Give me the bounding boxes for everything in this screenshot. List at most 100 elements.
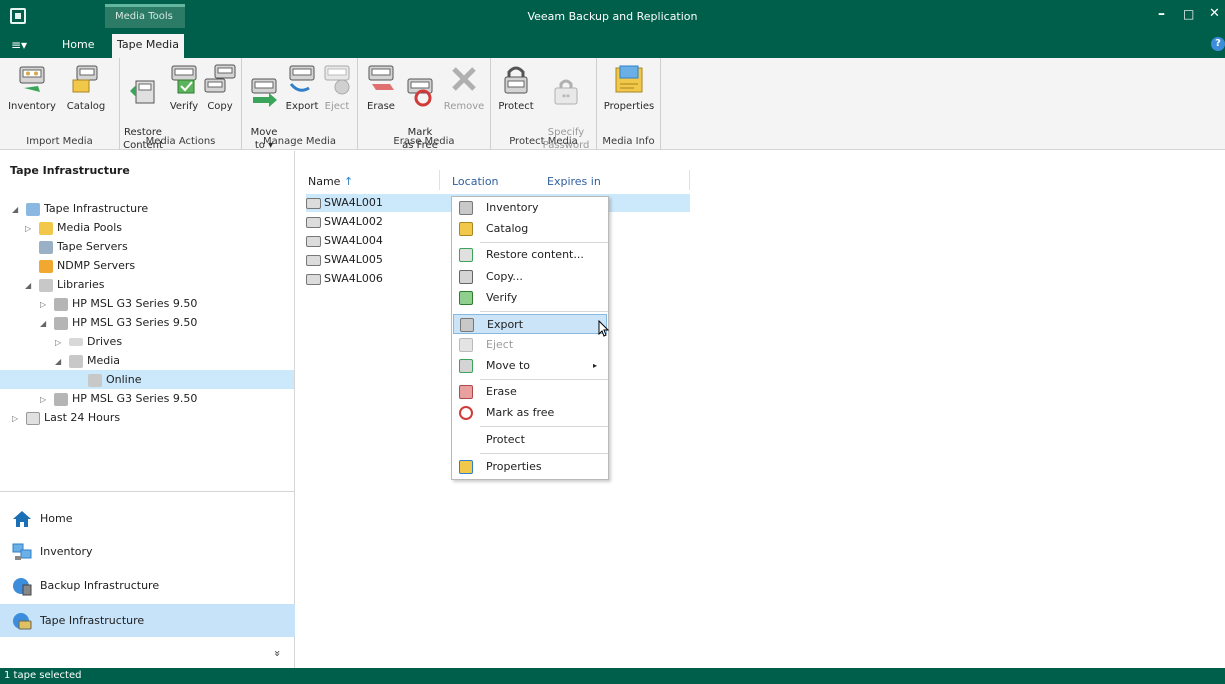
- ribbon-group-erase-media: Erase Mark as Free Remove Erase Media: [358, 58, 491, 151]
- status-bar: 1 tape selected: [0, 668, 1225, 684]
- nav-tape-infrastructure[interactable]: Tape Infrastructure: [0, 604, 295, 637]
- menu-item-eject[interactable]: Eject: [453, 335, 607, 355]
- expand-arrow-icon[interactable]: ▷: [25, 219, 35, 238]
- verify-button[interactable]: Verify: [166, 62, 202, 113]
- erase-label: Erase: [367, 101, 395, 112]
- protect-media-group-label: Protect Media: [509, 136, 578, 147]
- menu-item-label: Eject: [486, 338, 514, 351]
- menu-separator: [480, 453, 608, 454]
- copy-icon: [204, 64, 236, 93]
- menu-item-label: Export: [487, 318, 524, 331]
- minimize-button[interactable]: –: [1158, 6, 1165, 22]
- column-header-name[interactable]: Name ↑: [308, 175, 353, 188]
- eject-button[interactable]: Eject: [320, 62, 354, 113]
- more-nav-chevron-icon[interactable]: »: [271, 650, 284, 657]
- tab-home[interactable]: Home: [62, 38, 94, 51]
- erase-button[interactable]: Erase: [364, 62, 398, 113]
- catalog-button[interactable]: Catalog: [60, 62, 112, 113]
- menu-item-copy[interactable]: Copy...: [453, 267, 607, 287]
- menu-item-restore-content[interactable]: Restore content...: [453, 245, 607, 265]
- menu-item-inventory[interactable]: Inventory: [453, 198, 607, 218]
- tree-item-library-3[interactable]: ▷ HP MSL G3 Series 9.50: [40, 389, 197, 408]
- column-header-expires[interactable]: Expires in: [547, 175, 601, 188]
- media-actions-group-label: Media Actions: [145, 136, 216, 147]
- menu-item-label: Inventory: [486, 201, 539, 214]
- table-row[interactable]: SWA4L005: [306, 251, 446, 269]
- inventory-button[interactable]: Inventory: [7, 62, 57, 113]
- export-button[interactable]: Export: [284, 62, 320, 113]
- erase-icon: [368, 65, 394, 90]
- copy-button[interactable]: Copy: [202, 62, 238, 113]
- expand-arrow-icon[interactable]: ◢: [12, 200, 22, 219]
- context-menu: Inventory Catalog Restore content... Cop…: [451, 196, 609, 480]
- nav-label: Inventory: [40, 545, 93, 558]
- menu-item-export[interactable]: Export: [453, 314, 607, 334]
- nav-label: Tape Infrastructure: [40, 614, 145, 627]
- left-panel: Tape Infrastructure ◢ Tape Infrastructure…: [0, 151, 295, 668]
- erase-media-group-label: Erase Media: [393, 136, 455, 147]
- tree-item-media[interactable]: ◢ Media: [55, 351, 120, 370]
- tree-item-label: Media: [87, 354, 121, 367]
- remove-button[interactable]: Remove: [442, 62, 486, 113]
- menu-item-erase[interactable]: Erase: [453, 382, 607, 402]
- properties-label: Properties: [603, 101, 655, 112]
- tree-item-media-pools[interactable]: ▷ Media Pools: [25, 218, 122, 237]
- menu-item-protect[interactable]: Protect: [453, 430, 607, 450]
- media-icon: [69, 354, 83, 368]
- menu-separator: [480, 379, 608, 380]
- menu-item-properties[interactable]: Properties: [453, 457, 607, 477]
- tree-item-label: Media Pools: [57, 221, 123, 234]
- online-media-icon: [88, 373, 102, 387]
- maximize-button[interactable]: □: [1183, 7, 1194, 21]
- tree-item-online[interactable]: Online: [0, 370, 294, 389]
- expand-arrow-icon[interactable]: ◢: [25, 276, 35, 295]
- nav-home[interactable]: Home: [0, 502, 295, 535]
- home-icon: [13, 511, 31, 527]
- menu-item-label: Verify: [486, 291, 518, 304]
- help-icon[interactable]: ?: [1211, 37, 1225, 51]
- expand-arrow-icon[interactable]: ▷: [12, 409, 22, 428]
- tape-name: SWA4L005: [324, 253, 383, 266]
- menu-item-verify[interactable]: Verify: [453, 288, 607, 308]
- tree-item-last-24-hours[interactable]: ▷ Last 24 Hours: [12, 408, 120, 427]
- export-icon: [460, 318, 474, 332]
- tab-tape-media[interactable]: Tape Media: [112, 34, 184, 58]
- column-separator[interactable]: [439, 170, 440, 190]
- menu-separator: [480, 311, 608, 312]
- library-icon: [54, 297, 68, 311]
- close-button[interactable]: ✕: [1209, 6, 1220, 21]
- submenu-arrow-icon: ▸: [592, 361, 597, 370]
- protect-button[interactable]: Protect: [495, 62, 537, 113]
- main-menu-button[interactable]: ≡▾: [11, 38, 27, 52]
- column-separator[interactable]: [689, 170, 690, 190]
- menu-item-catalog[interactable]: Catalog: [453, 219, 607, 239]
- expand-arrow-icon[interactable]: ▷: [40, 390, 50, 409]
- tree-item-drives[interactable]: ▷ Drives: [55, 332, 122, 351]
- verify-icon: [459, 291, 473, 305]
- tree-item-tape-infrastructure[interactable]: ◢ Tape Infrastructure: [12, 199, 148, 218]
- expand-arrow-icon[interactable]: ◢: [40, 314, 50, 333]
- tape-infrastructure-icon: [26, 202, 40, 216]
- table-row[interactable]: SWA4L004: [306, 232, 446, 250]
- expand-arrow-icon[interactable]: ▷: [40, 295, 50, 314]
- tree-item-libraries[interactable]: ◢ Libraries: [25, 275, 105, 294]
- tree-item-ndmp-servers[interactable]: NDMP Servers: [35, 256, 135, 275]
- menu-item-mark-as-free[interactable]: Mark as free: [453, 403, 607, 423]
- nav-backup-infrastructure[interactable]: Backup Infrastructure: [0, 569, 295, 602]
- expand-arrow-icon[interactable]: ◢: [55, 352, 65, 371]
- catalog-icon: [459, 222, 473, 236]
- column-header-location[interactable]: Location: [452, 175, 499, 188]
- tree-item-tape-servers[interactable]: Tape Servers: [35, 237, 128, 256]
- properties-button[interactable]: Properties: [601, 62, 657, 113]
- tape-name: SWA4L001: [324, 196, 383, 209]
- libraries-icon: [39, 278, 53, 292]
- tree-item-library-1[interactable]: ▷ HP MSL G3 Series 9.50: [40, 294, 197, 313]
- tree-item-library-2[interactable]: ◢ HP MSL G3 Series 9.50: [40, 313, 197, 332]
- tree-item-label: Drives: [87, 335, 123, 348]
- table-row[interactable]: SWA4L002: [306, 213, 446, 231]
- nav-inventory[interactable]: Inventory: [0, 535, 295, 568]
- expand-arrow-icon[interactable]: ▷: [55, 333, 65, 352]
- menu-item-move-to[interactable]: Move to ▸: [453, 356, 607, 376]
- table-row[interactable]: SWA4L006: [306, 270, 446, 288]
- catalog-icon: [72, 65, 98, 93]
